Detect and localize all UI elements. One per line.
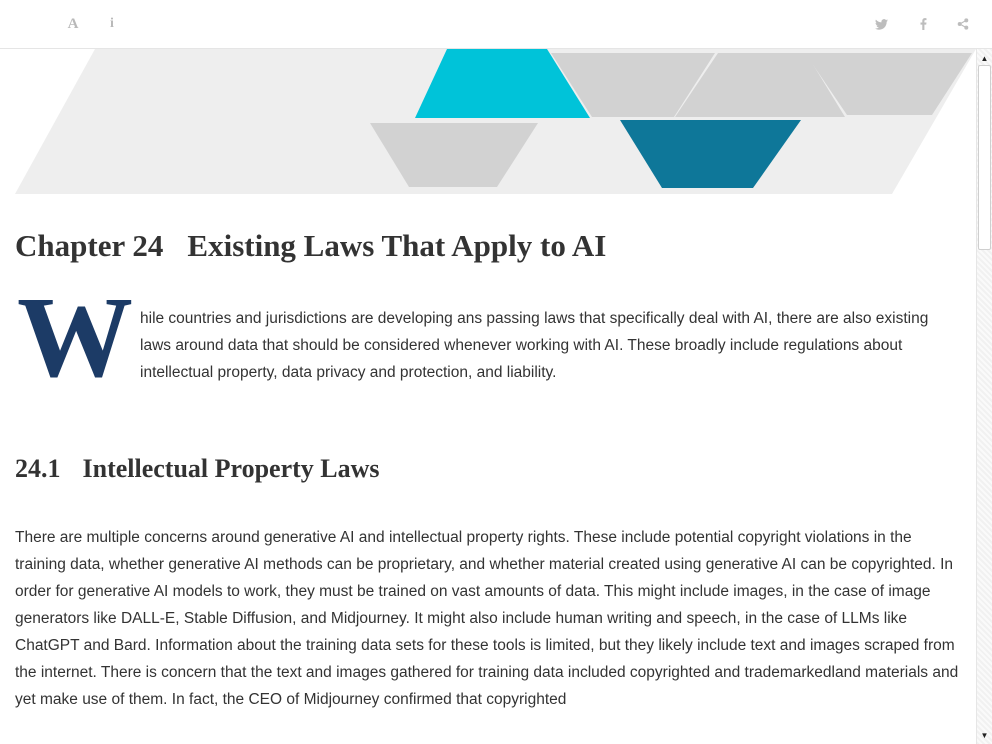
section-title-text: Intellectual Property Laws [82,454,380,483]
scroll-down-arrow-icon[interactable]: ▼ [977,728,992,742]
chapter-banner-graphic [15,49,976,194]
chapter-title-text: Existing Laws That Apply to AI [187,228,607,263]
info-glyph: i [110,16,114,31]
font-settings-icon[interactable]: A [61,12,85,36]
twitter-icon[interactable] [869,12,893,36]
font-settings-glyph: A [67,15,79,32]
chapter-number: Chapter 24 [15,228,164,263]
top-toolbar: A i [0,0,992,49]
chapter-content: Chapter 24 Existing Laws That Apply to AI… [0,49,976,744]
vertical-scrollbar[interactable]: ▲ ▼ [976,49,992,744]
chapter-intro-paragraph: hile countries and jurisdictions are dev… [140,310,929,381]
drop-cap: W [17,274,133,402]
scroll-up-arrow-icon[interactable]: ▲ [977,51,992,65]
section-paragraph: There are multiple concerns around gener… [15,529,959,708]
facebook-icon[interactable] [911,12,935,36]
scrollbar-thumb[interactable] [978,65,991,250]
share-icon[interactable] [951,12,975,36]
section-title: 24.1 Intellectual Property Laws [15,454,380,484]
chapter-title: Chapter 24 Existing Laws That Apply to AI [15,228,606,264]
info-icon[interactable]: i [100,12,124,36]
section-number: 24.1 [15,454,61,483]
